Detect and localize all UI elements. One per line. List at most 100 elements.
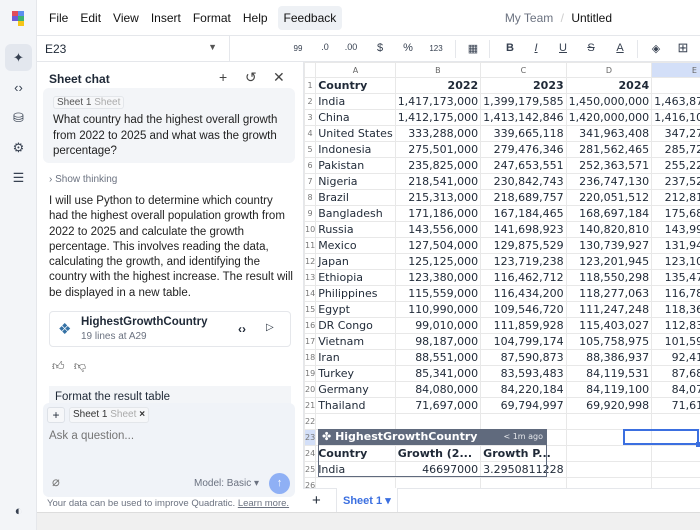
cell[interactable]: 115,403,027: [565, 317, 653, 334]
spreadsheet-grid[interactable]: ABCDE 1Country20222023202420252India1,41…: [303, 62, 700, 488]
menu-view[interactable]: View: [107, 6, 145, 30]
cell[interactable]: India: [315, 461, 396, 478]
cell[interactable]: 123,380,000: [394, 269, 482, 286]
cell[interactable]: 83,593,483: [480, 365, 567, 382]
cell[interactable]: 2024: [565, 77, 653, 94]
cell[interactable]: 247,653,551: [480, 157, 567, 174]
cell[interactable]: 237,528,000: [651, 173, 700, 190]
row-number[interactable]: 24: [304, 445, 317, 462]
cell[interactable]: 111,859,928: [480, 317, 567, 334]
row-number[interactable]: 17: [304, 333, 317, 350]
cell[interactable]: 3.2950811228: [480, 461, 567, 478]
calendar-icon[interactable]: ▦: [464, 42, 482, 55]
breadcrumb-team[interactable]: My Team: [505, 11, 553, 25]
cell[interactable]: 111,247,248: [565, 301, 653, 318]
menu-edit[interactable]: Edit: [74, 6, 107, 30]
bold-button[interactable]: B: [501, 42, 519, 54]
borders-icon[interactable]: ⊞: [674, 40, 692, 56]
cell[interactable]: 275,501,000: [394, 141, 482, 158]
cell[interactable]: [565, 445, 653, 462]
row-number[interactable]: 21: [304, 397, 317, 414]
cell[interactable]: 84,080,000: [394, 381, 482, 398]
cell[interactable]: 285,721,000: [651, 141, 700, 158]
send-button[interactable]: ↑: [269, 473, 290, 494]
cell[interactable]: 46697000: [394, 461, 482, 478]
cell[interactable]: 99,010,000: [394, 317, 482, 334]
cell[interactable]: [480, 413, 567, 430]
cell[interactable]: 135,472,000: [651, 269, 700, 286]
cell-name-box[interactable]: E23 ▼: [37, 36, 230, 62]
cell[interactable]: 143,556,000: [394, 221, 482, 238]
cell[interactable]: 1,420,000,000: [565, 109, 653, 126]
cell[interactable]: 115,559,000: [394, 285, 482, 302]
cell[interactable]: [315, 413, 396, 430]
cell[interactable]: Vietnam: [315, 333, 396, 350]
cell[interactable]: Egypt: [315, 301, 396, 318]
new-chat-icon[interactable]: +: [219, 69, 227, 85]
cell[interactable]: 118,366,000: [651, 301, 700, 318]
cell[interactable]: Ethiopia: [315, 269, 396, 286]
cell[interactable]: 131,947,000: [651, 237, 700, 254]
cell[interactable]: 2025: [651, 77, 700, 94]
cell[interactable]: [651, 445, 700, 462]
cell[interactable]: 1,399,179,585: [480, 93, 567, 110]
cell[interactable]: 255,220,000: [651, 157, 700, 174]
cell[interactable]: 125,125,000: [394, 253, 482, 270]
cell[interactable]: 84,119,531: [565, 365, 653, 382]
cell[interactable]: 140,820,810: [565, 221, 653, 238]
increase-decimals-button[interactable]: .00: [342, 42, 360, 52]
column-header-A[interactable]: A: [315, 62, 396, 78]
file-name[interactable]: Untitled: [571, 11, 612, 25]
cell[interactable]: [565, 461, 653, 478]
cell[interactable]: 112,832,000: [651, 317, 700, 334]
add-sheet-button[interactable]: +: [312, 492, 321, 509]
format-number-button[interactable]: 99: [289, 44, 307, 53]
open-code-icon[interactable]: ‹›: [238, 322, 246, 336]
cell[interactable]: 123,103,000: [651, 253, 700, 270]
cell[interactable]: 98,187,000: [394, 333, 482, 350]
cell[interactable]: [480, 477, 567, 488]
cell[interactable]: Mexico: [315, 237, 396, 254]
cell[interactable]: 339,665,118: [480, 125, 567, 142]
row-number[interactable]: 4: [304, 125, 317, 142]
cell[interactable]: 1,416,100,000: [651, 109, 700, 126]
row-number[interactable]: 6: [304, 157, 317, 174]
cell[interactable]: United States: [315, 125, 396, 142]
cell[interactable]: DR Congo: [315, 317, 396, 334]
cell[interactable]: 215,313,000: [394, 189, 482, 206]
cell[interactable]: Country: [315, 445, 396, 462]
code-icon[interactable]: ‹›: [5, 74, 32, 101]
theme-toggle-icon[interactable]: ◐: [5, 497, 32, 524]
cell[interactable]: Japan: [315, 253, 396, 270]
cell[interactable]: 87,590,873: [480, 349, 567, 366]
data-table-title[interactable]: ✤ HighestGrowthCountry < 1m ago: [318, 429, 547, 445]
cell[interactable]: 167,184,465: [480, 205, 567, 222]
cell[interactable]: Growth (2...: [394, 445, 482, 462]
cell[interactable]: 141,698,923: [480, 221, 567, 238]
column-header-C[interactable]: C: [480, 62, 567, 78]
cell[interactable]: [394, 413, 482, 430]
cell[interactable]: 127,504,000: [394, 237, 482, 254]
database-icon[interactable]: ⛁: [5, 104, 32, 131]
cell[interactable]: 69,920,998: [565, 397, 653, 414]
menu-insert[interactable]: Insert: [145, 6, 187, 30]
row-number[interactable]: 19: [304, 365, 317, 382]
underline-button[interactable]: U: [554, 42, 572, 54]
thumbs-up-icon[interactable]: 👍︎: [52, 359, 65, 373]
cell[interactable]: India: [315, 93, 396, 110]
cell[interactable]: Pakistan: [315, 157, 396, 174]
cell[interactable]: 175,687,000: [651, 205, 700, 222]
cell[interactable]: 1,463,870,000: [651, 93, 700, 110]
cell[interactable]: 118,550,298: [565, 269, 653, 286]
cell[interactable]: [651, 413, 700, 430]
cell[interactable]: 101,599,000: [651, 333, 700, 350]
cell[interactable]: 341,963,408: [565, 125, 653, 142]
cell[interactable]: [651, 461, 700, 478]
thumbs-down-icon[interactable]: 👎︎: [74, 359, 86, 373]
row-number[interactable]: 13: [304, 269, 317, 286]
cell[interactable]: 116,434,200: [480, 285, 567, 302]
cell[interactable]: 252,363,571: [565, 157, 653, 174]
cell[interactable]: Philippines: [315, 285, 396, 302]
remove-chip-icon[interactable]: ×: [139, 409, 145, 420]
show-thinking-toggle[interactable]: › Show thinking: [49, 174, 117, 185]
